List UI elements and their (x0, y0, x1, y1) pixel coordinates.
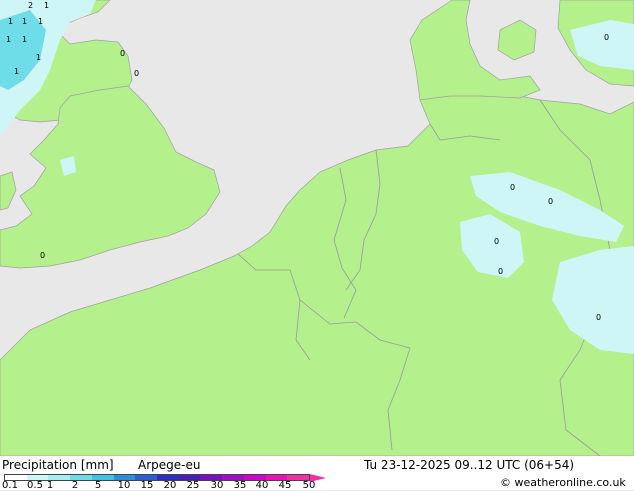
rain-mark: 2 (28, 1, 33, 10)
rain-mark: 0 (596, 313, 601, 322)
precipitation-map: 2 1 1 1 1 1 1 1 1 0 0 0 0 0 0 0 0 0 (0, 0, 634, 456)
rain-mark: 1 (6, 35, 11, 44)
rain-mark: 0 (120, 49, 125, 58)
rain-mark: 0 (604, 33, 609, 42)
rain-mark: 1 (14, 67, 19, 76)
rain-mark: 0 (510, 183, 515, 192)
rain-mark: 0 (498, 267, 503, 276)
rain-mark: 1 (36, 53, 41, 62)
rain-mark: 0 (134, 69, 139, 78)
rain-mark: 1 (22, 17, 27, 26)
rain-mark: 1 (22, 35, 27, 44)
valid-datetime: Tu 23-12-2025 09..12 UTC (06+54) (364, 458, 575, 472)
rain-mark: 0 (494, 237, 499, 246)
rain-mark: 0 (40, 251, 45, 260)
rain-mark: 1 (44, 1, 49, 10)
map-title: Precipitation [mm] (2, 458, 114, 472)
model-name: Arpege-eu (138, 458, 201, 472)
credit-link[interactable]: © weatheronline.co.uk (500, 476, 626, 490)
rain-mark: 0 (548, 197, 553, 206)
rain-mark: 1 (38, 17, 43, 26)
rain-mark: 1 (8, 17, 13, 26)
